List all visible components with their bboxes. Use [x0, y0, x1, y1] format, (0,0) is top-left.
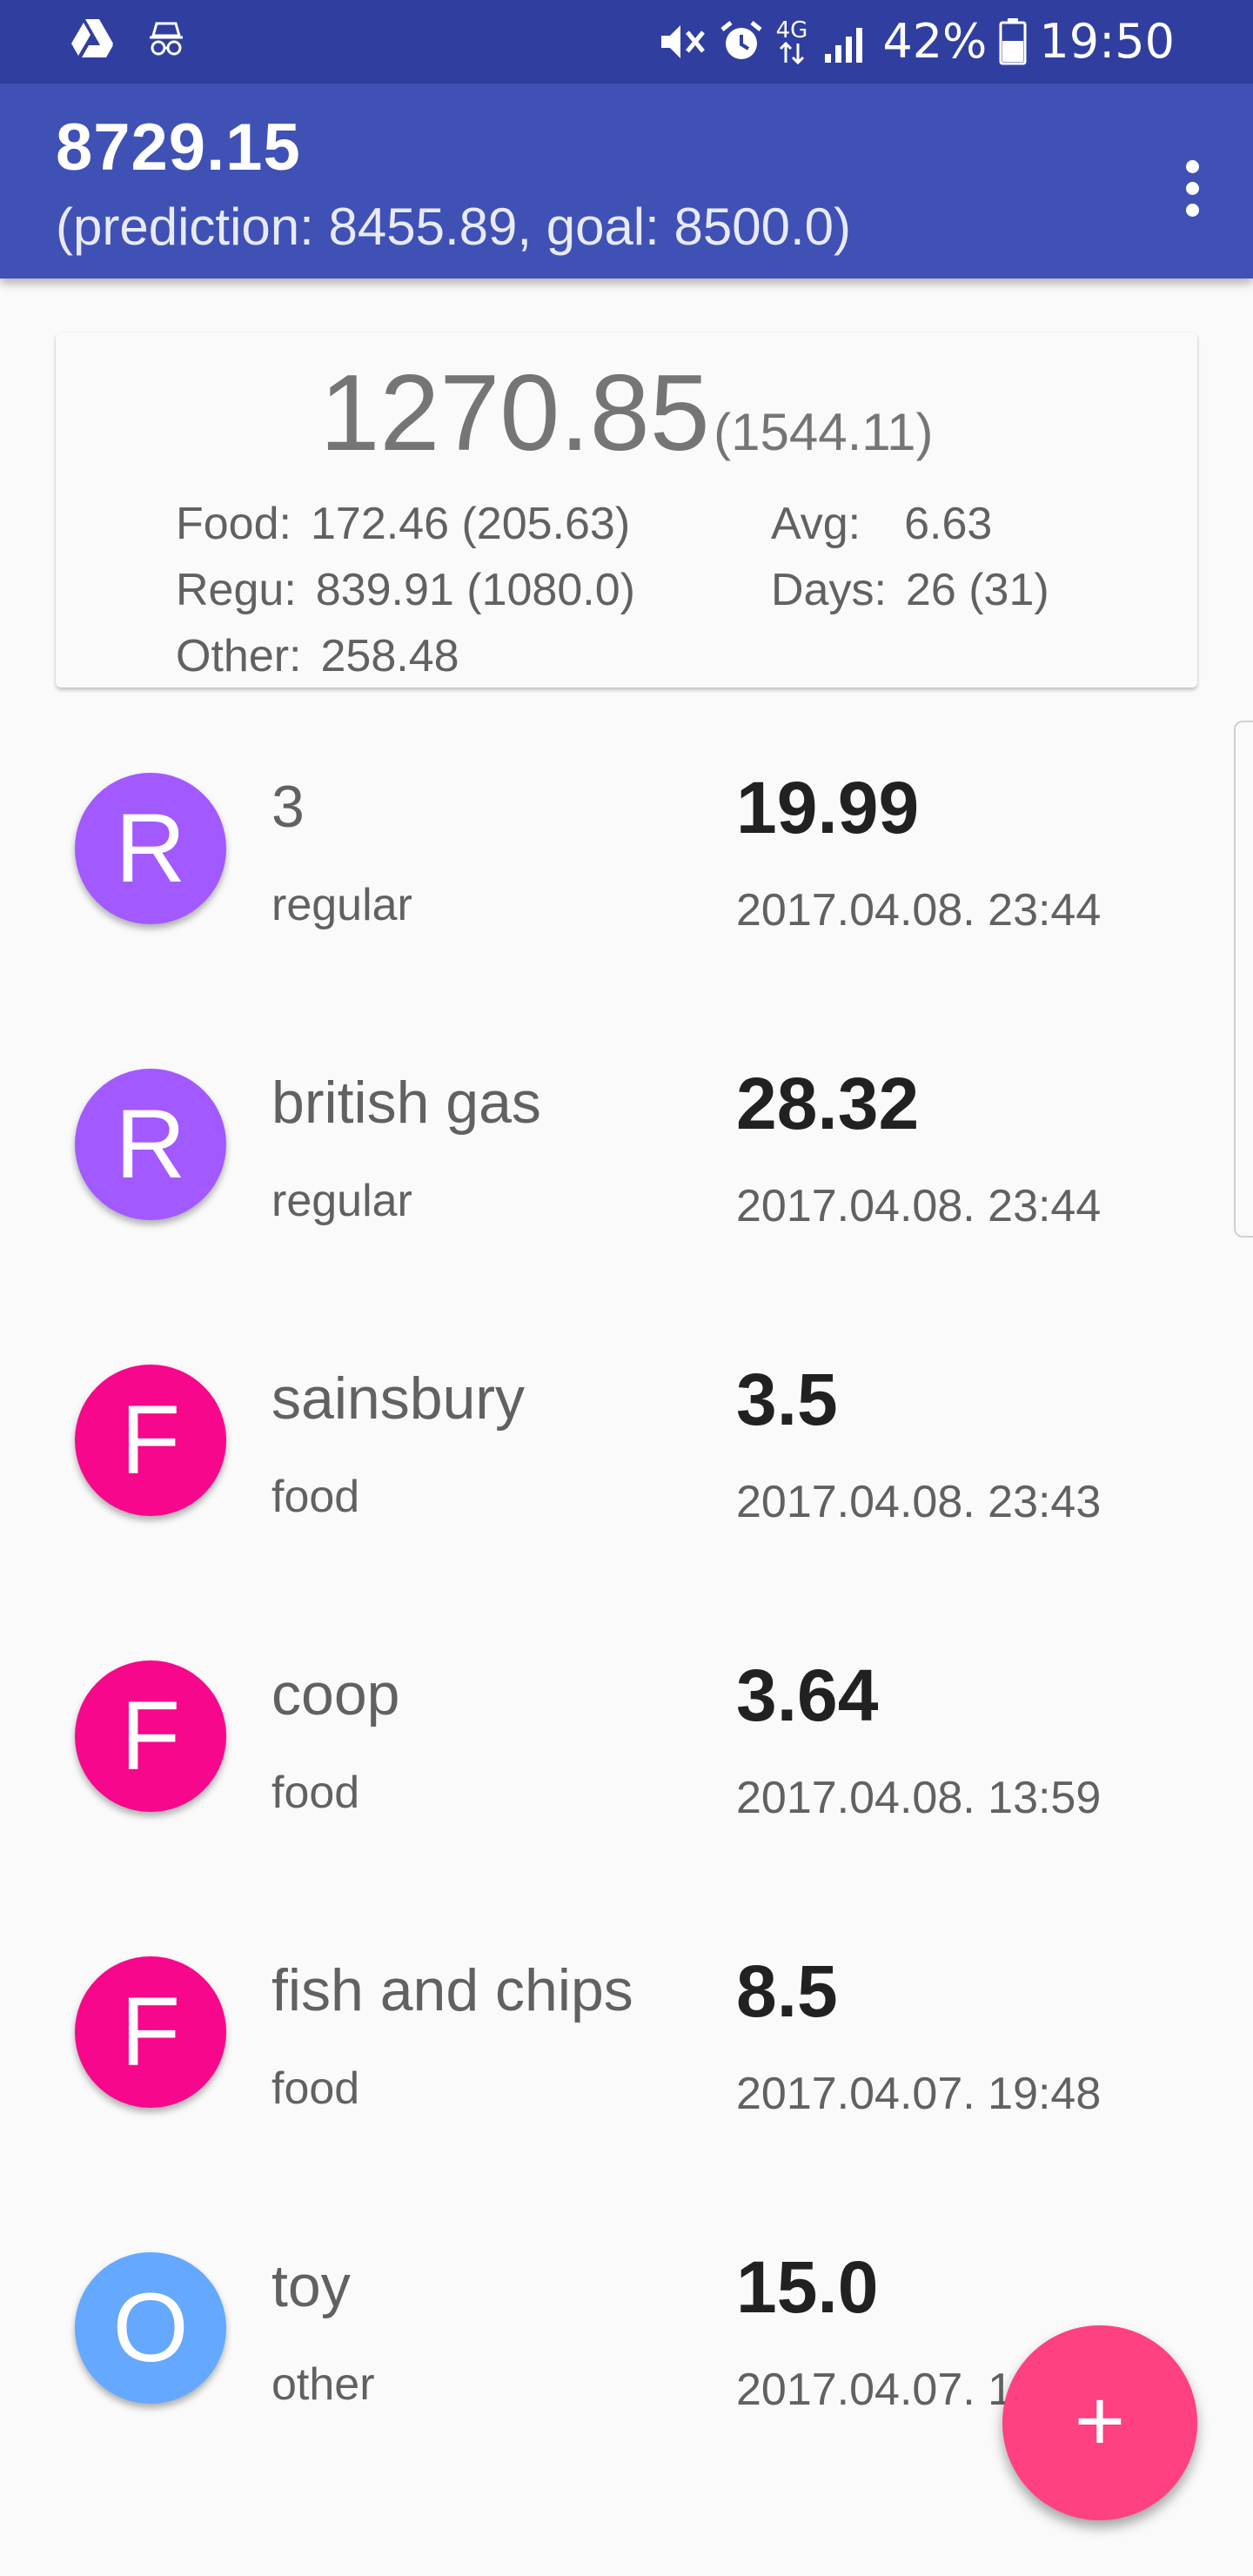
- item-date: 2017.04.08. 13:59: [736, 1773, 1102, 1823]
- item-amount: 19.99: [736, 767, 920, 849]
- battery-percent: 42%: [882, 14, 988, 69]
- stat-days-label: Days:: [771, 565, 887, 615]
- item-name: 3: [271, 774, 305, 840]
- list-item[interactable]: F fish and chips food 8.5 2017.04.07. 19…: [0, 1906, 1253, 2202]
- category-avatar: R: [75, 1069, 226, 1220]
- month-total-budget: (1544.11): [714, 403, 934, 461]
- item-category: food: [271, 1768, 360, 1818]
- status-bar: 4G 42% 19:50: [0, 0, 1253, 84]
- item-category: food: [271, 2063, 360, 2114]
- item-name: coop: [271, 1661, 400, 1727]
- signal-icon: [825, 28, 863, 63]
- stat-food-value: 172.46 (205.63): [310, 499, 631, 549]
- item-name: british gas: [271, 1070, 541, 1136]
- list-item[interactable]: F coop food 3.64 2017.04.08. 13:59: [0, 1610, 1253, 1906]
- alarm-icon: [720, 21, 762, 59]
- stat-other-label: Other:: [176, 631, 302, 681]
- item-name: sainsbury: [271, 1365, 526, 1432]
- incognito-icon: [150, 22, 183, 56]
- stat-average-label: Avg:: [771, 499, 861, 549]
- category-avatar: F: [75, 1660, 226, 1812]
- item-name: fish and chips: [271, 1957, 633, 2023]
- mute-icon: [660, 25, 705, 58]
- item-date: 2017.04.08. 23:43: [736, 1477, 1102, 1527]
- stat-average-value: 6.63: [904, 499, 993, 549]
- item-name: toy: [271, 2253, 351, 2319]
- month-total: 1270.85 (1544.11): [56, 352, 1197, 475]
- stat-other: Other: 258.48: [176, 630, 459, 682]
- item-date: 2017.04.08. 23:44: [736, 1181, 1102, 1231]
- battery-icon: [999, 18, 1027, 65]
- item-date: 2017.04.07. 19:48: [736, 2069, 1102, 2119]
- stat-average: Avg: 6.63: [771, 498, 992, 550]
- status-left-icons: [70, 17, 186, 59]
- summary-card: 1270.85 (1544.11) Food: 172.46 (205.63) R…: [56, 332, 1197, 688]
- month-total-value: 1270.85: [319, 353, 710, 473]
- add-icon: +: [1074, 2372, 1126, 2470]
- item-category: regular: [271, 880, 412, 930]
- item-amount: 3.5: [736, 1358, 838, 1440]
- stat-regular: Regu: 839.91 (1080.0): [176, 564, 635, 616]
- stat-regular-label: Regu:: [176, 565, 297, 615]
- status-right-icons: 4G 42% 19:50: [658, 0, 1175, 84]
- item-date: 2017.04.07. 1: [736, 2365, 1014, 2415]
- stat-food-label: Food:: [176, 499, 291, 549]
- list-item[interactable]: F sainsbury food 3.5 2017.04.08. 23:43: [0, 1314, 1253, 1610]
- balance-title: 8729.15: [56, 111, 301, 184]
- category-avatar: F: [75, 1956, 226, 2108]
- item-amount: 28.32: [736, 1063, 920, 1144]
- item-category: regular: [271, 1176, 412, 1226]
- network-indicator: 4G: [775, 17, 808, 64]
- category-avatar: F: [75, 1365, 226, 1516]
- network-label: 4G: [775, 17, 808, 44]
- list-item[interactable]: R 3 regular 19.99 2017.04.08. 23:44: [0, 722, 1253, 1018]
- add-expense-button[interactable]: +: [1002, 2325, 1197, 2520]
- balance-subtitle: (prediction: 8455.89, goal: 8500.0): [56, 198, 851, 256]
- drive-icon: [71, 19, 113, 57]
- item-amount: 3.64: [736, 1654, 879, 1736]
- stat-other-value: 258.48: [320, 631, 459, 681]
- stat-days-value: 26 (31): [905, 565, 1049, 615]
- category-avatar: R: [75, 773, 226, 924]
- item-date: 2017.04.08. 23:44: [736, 885, 1102, 936]
- stat-food: Food: 172.46 (205.63): [176, 498, 630, 550]
- clock: 19:50: [1039, 14, 1175, 69]
- app-toolbar: 8729.15 (prediction: 8455.89, goal: 8500…: [0, 84, 1253, 278]
- category-avatar: O: [75, 2252, 226, 2404]
- item-category: other: [271, 2359, 375, 2410]
- item-amount: 15.0: [736, 2246, 879, 2328]
- item-category: food: [271, 1472, 360, 1522]
- list-item[interactable]: R british gas regular 28.32 2017.04.08. …: [0, 1018, 1253, 1314]
- item-amount: 8.5: [736, 1950, 838, 2032]
- stat-days: Days: 26 (31): [771, 564, 1049, 616]
- stat-regular-value: 839.91 (1080.0): [315, 565, 635, 615]
- more-vert-icon[interactable]: [1157, 144, 1227, 231]
- data-arrows-icon: [779, 42, 805, 64]
